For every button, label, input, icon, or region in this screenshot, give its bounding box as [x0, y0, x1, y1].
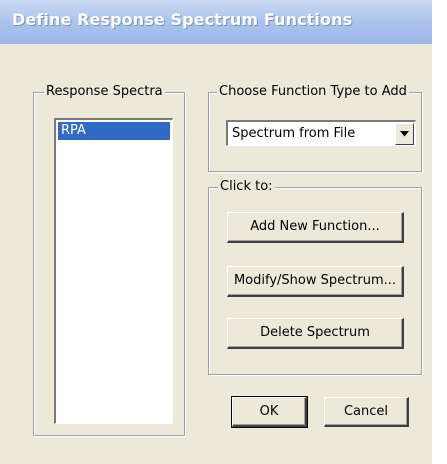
ok-button[interactable]: OK [231, 396, 308, 428]
delete-spectrum-button[interactable]: Delete Spectrum [227, 318, 404, 349]
function-type-value: Spectrum from File [232, 126, 356, 141]
function-type-label: Choose Function Type to Add [217, 84, 409, 99]
ok-label: OK [259, 404, 279, 419]
title-bar[interactable]: Define Response Spectrum Functions [0, 0, 432, 44]
function-type-select[interactable]: Spectrum from File [226, 120, 416, 146]
modify-show-spectrum-label: Modify/Show Spectrum... [233, 273, 397, 288]
response-spectra-label: Response Spectra [44, 84, 165, 99]
modify-show-spectrum-button[interactable]: Modify/Show Spectrum... [227, 266, 404, 297]
window-title: Define Response Spectrum Functions [12, 10, 353, 29]
cancel-button[interactable]: Cancel [324, 397, 409, 427]
dropdown-button[interactable] [395, 123, 414, 145]
define-response-spectrum-dialog: Define Response Spectrum Functions Respo… [0, 0, 432, 464]
click-to-label: Click to: [218, 179, 275, 194]
cancel-label: Cancel [343, 404, 389, 419]
delete-spectrum-label: Delete Spectrum [260, 325, 370, 340]
list-item[interactable]: RPA [58, 122, 170, 140]
chevron-down-icon [400, 131, 409, 137]
add-new-function-label: Add New Function... [250, 219, 380, 234]
response-spectra-list[interactable]: RPA [54, 118, 173, 424]
add-new-function-button[interactable]: Add New Function... [227, 212, 404, 243]
